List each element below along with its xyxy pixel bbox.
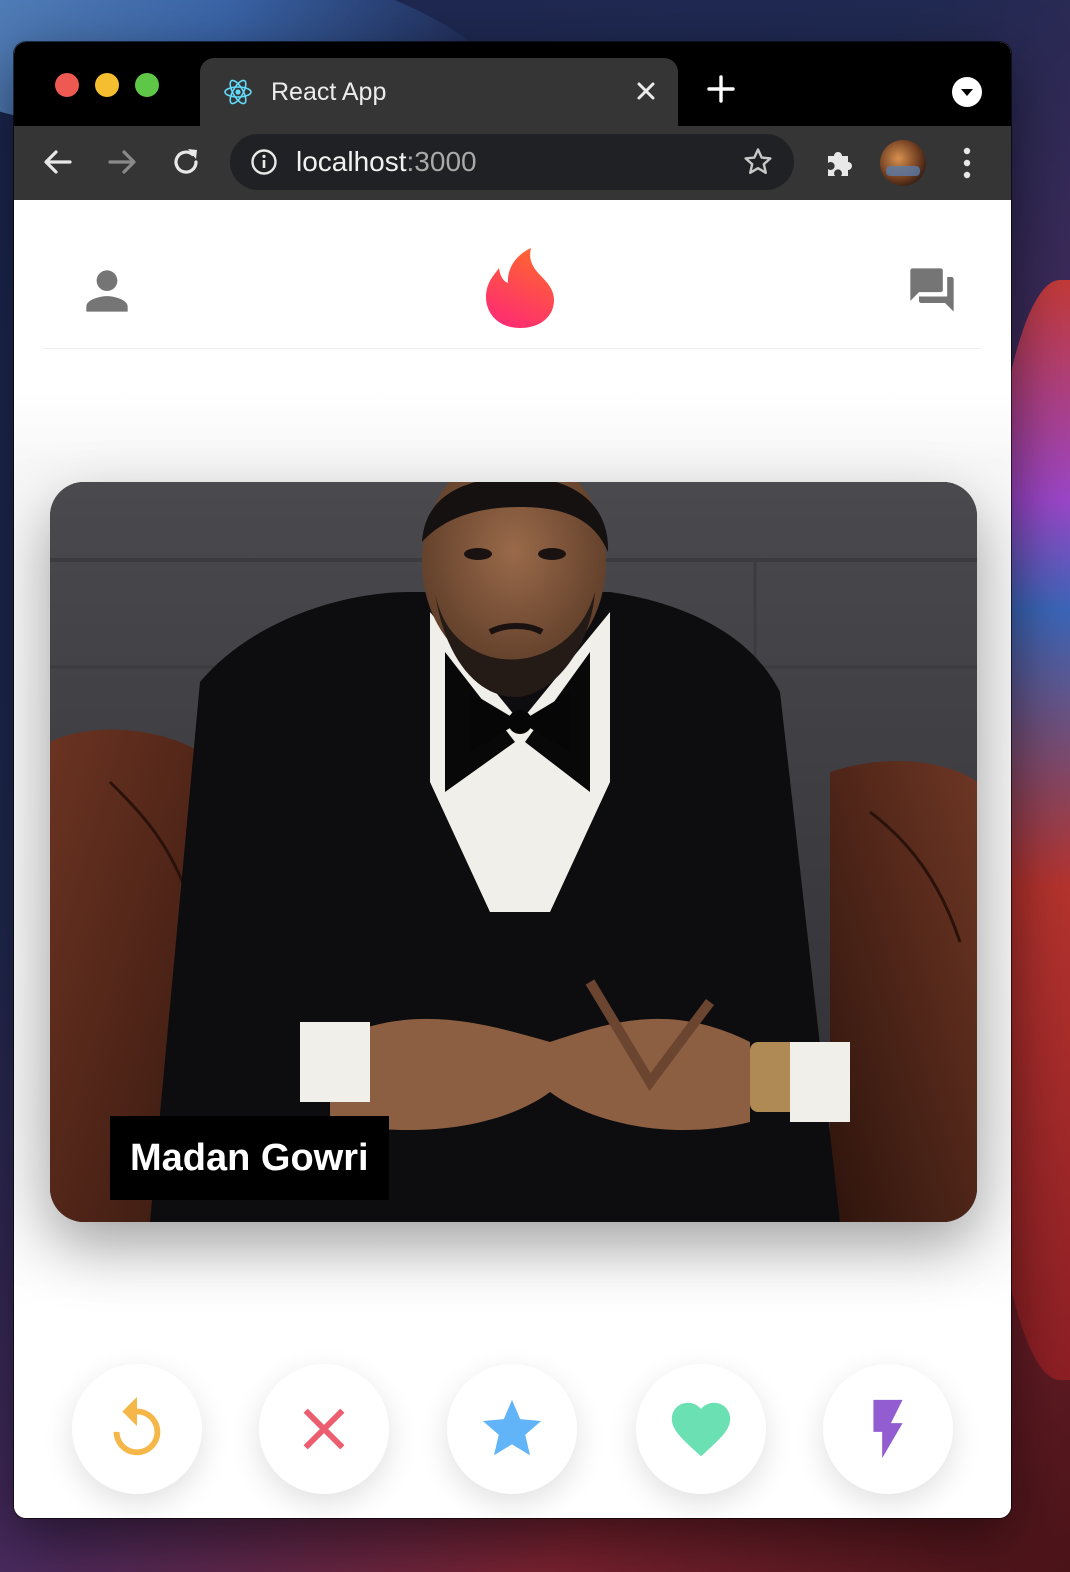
more-vert-icon[interactable] xyxy=(962,146,972,180)
zoom-window-button[interactable] xyxy=(135,73,159,97)
forward-arrow-icon[interactable] xyxy=(104,144,140,180)
address-bar[interactable]: localhost:3000 xyxy=(230,134,794,190)
page-viewport: Madan Gowri xyxy=(14,200,1011,1518)
heart-icon xyxy=(671,1402,731,1457)
tab-strip: React App xyxy=(14,42,1011,126)
extensions-puzzle-icon[interactable] xyxy=(822,146,856,180)
profile-photo xyxy=(50,482,977,1222)
tab-react-app[interactable]: React App xyxy=(200,58,678,126)
profile-card[interactable]: Madan Gowri xyxy=(50,482,977,1222)
like-button[interactable] xyxy=(636,1364,766,1494)
tab-close-icon[interactable] xyxy=(630,75,662,107)
profile-avatar[interactable] xyxy=(880,140,926,186)
url-text: localhost:3000 xyxy=(296,146,477,177)
new-tab-button[interactable] xyxy=(704,72,738,106)
boost-button[interactable] xyxy=(823,1364,953,1494)
profile-name: Madan Gowri xyxy=(110,1116,389,1200)
forum-icon[interactable] xyxy=(906,264,958,316)
rewind-button[interactable] xyxy=(72,1364,202,1494)
star-icon xyxy=(482,1399,542,1456)
bookmark-star-icon[interactable] xyxy=(742,146,774,178)
close-icon xyxy=(303,1408,345,1450)
close-window-button[interactable] xyxy=(55,73,79,97)
browser-toolbar: localhost:3000 xyxy=(14,126,1011,201)
tinder-flame-logo[interactable] xyxy=(483,246,557,330)
replay-icon xyxy=(113,1396,161,1456)
super-like-button[interactable] xyxy=(447,1364,577,1494)
browser-window: React App localhost:3000 Madan Gowri xyxy=(14,42,1011,1518)
tab-search-icon[interactable] xyxy=(952,77,982,107)
person-icon[interactable] xyxy=(76,260,138,322)
app-header xyxy=(42,200,982,349)
tab-title: React App xyxy=(271,78,387,106)
minimize-window-button[interactable] xyxy=(95,73,119,97)
nope-button[interactable] xyxy=(259,1364,389,1494)
swipe-buttons xyxy=(14,1364,1011,1496)
flash-icon xyxy=(873,1399,903,1459)
back-arrow-icon[interactable] xyxy=(40,144,76,180)
reload-icon[interactable] xyxy=(168,144,204,180)
react-logo-icon xyxy=(224,79,252,105)
info-icon[interactable] xyxy=(250,148,278,176)
